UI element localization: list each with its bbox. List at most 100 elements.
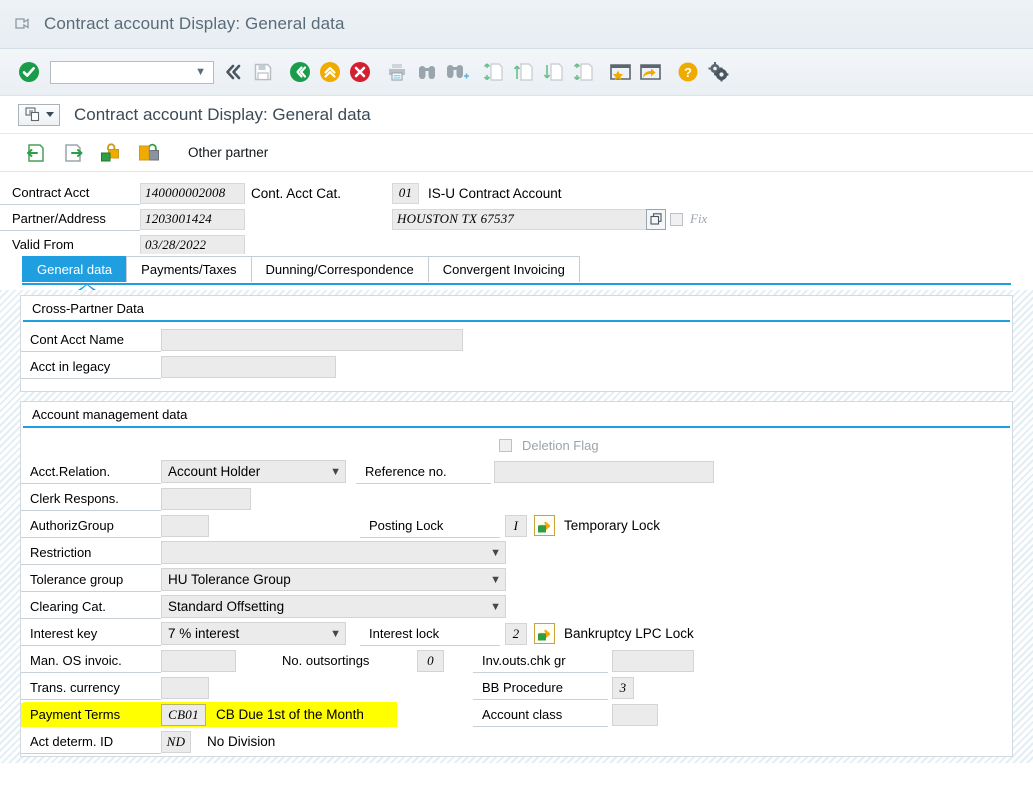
enter-button[interactable] (14, 57, 44, 87)
create-session-button[interactable] (606, 57, 636, 87)
payment-terms-field[interactable]: CB01 (161, 703, 206, 726)
no-outsortings-label: No. outsortings (282, 653, 370, 668)
tab-payments-taxes-label: Payments/Taxes (141, 262, 237, 277)
tab-convergent-invoicing[interactable]: Convergent Invoicing (427, 256, 580, 282)
cont-acct-cat-field[interactable]: 01 (392, 182, 419, 204)
inv-outs-chk-gr-field[interactable] (612, 649, 694, 672)
contract-acct-label: Contract Acct (0, 181, 140, 205)
tab-underline (22, 283, 1011, 285)
account-management-body: Deletion Flag Acct.Relation. Account Hol… (21, 428, 1012, 761)
acct-relation-select[interactable]: Account Holder ▼ (161, 460, 346, 483)
screen-title-bar: Contract account Display: General data (0, 96, 1033, 134)
print-button[interactable] (382, 57, 412, 87)
tabstrip: General data Payments/Taxes Dunning/Corr… (22, 254, 1033, 282)
payment-terms-text: CB Due 1st of the Month (216, 707, 364, 722)
account-management-group: Account management data Deletion Flag Ac… (20, 401, 1013, 757)
back-button[interactable] (285, 57, 315, 87)
create-shortcut-button[interactable] (636, 57, 666, 87)
find-button[interactable] (412, 57, 442, 87)
trans-currency-row: Trans. currency BB Procedure 3 (21, 674, 1012, 701)
act-determ-id-field[interactable]: ND (161, 730, 191, 753)
exit-button[interactable] (315, 57, 345, 87)
chevron-down-icon: ▼ (490, 600, 501, 613)
previous-page-button[interactable] (509, 57, 539, 87)
system-menu-icon[interactable] (18, 103, 60, 126)
account-class-field[interactable] (612, 703, 658, 726)
act-determ-id-text: No Division (207, 734, 276, 749)
bb-procedure-label: BB Procedure (473, 676, 608, 700)
gear-icon[interactable] (703, 57, 733, 87)
cross-partner-group: Cross-Partner Data Cont Acct Name Acct i… (20, 295, 1013, 392)
trans-currency-label: Trans. currency (21, 676, 161, 700)
clerk-respons-field[interactable] (161, 487, 251, 510)
green-lock-arrow-icon[interactable] (534, 515, 555, 536)
last-page-button[interactable] (569, 57, 599, 87)
interest-key-label: Interest key (21, 622, 161, 646)
cont-acct-name-row: Cont Acct Name (21, 326, 1012, 353)
reference-no-field[interactable] (494, 460, 714, 483)
bb-procedure-field[interactable]: 3 (612, 676, 634, 699)
authoriz-group-field[interactable] (161, 514, 209, 537)
first-page-button[interactable] (479, 57, 509, 87)
help-button[interactable]: ? (673, 57, 703, 87)
save-button[interactable] (248, 57, 278, 87)
fix-checkbox[interactable] (670, 212, 683, 226)
overlapping-squares-icon[interactable] (646, 208, 666, 230)
screen-title: Contract account Display: General data (74, 104, 371, 124)
cont-acct-cat-label: Cont. Acct Cat. (251, 185, 342, 201)
address-field[interactable]: HOUSTON TX 67537 (392, 208, 648, 230)
form-content: Cross-Partner Data Cont Acct Name Acct i… (0, 290, 1033, 763)
window-titlebar: Contract account Display: General data (0, 0, 1033, 49)
clearing-cat-row: Clearing Cat. Standard Offsetting ▼ (21, 593, 1012, 620)
contract-acct-field[interactable]: 140000002008 (140, 182, 245, 204)
deletion-flag-label: Deletion Flag (522, 437, 599, 453)
partner-address-row: Partner/Address 1203001424 HOUSTON TX 67… (0, 206, 1033, 232)
clearing-cat-value: Standard Offsetting (168, 599, 285, 614)
posting-lock-field[interactable]: I (505, 514, 527, 537)
act-determ-id-row: Act determ. ID ND No Division (21, 728, 1012, 755)
tab-general-data[interactable]: General data (22, 256, 128, 282)
no-outsortings-field[interactable]: 0 (417, 649, 444, 672)
restriction-select[interactable]: ▼ (161, 541, 506, 564)
restriction-row: Restriction ▼ (21, 539, 1012, 566)
command-field[interactable]: ▼ (50, 60, 214, 84)
tolerance-group-select[interactable]: HU Tolerance Group ▼ (161, 568, 506, 591)
contract-acct-row: Contract Acct 140000002008 Cont. Acct Ca… (0, 180, 1033, 206)
acct-in-legacy-row: Acct in legacy (21, 353, 1012, 380)
deletion-flag-checkbox[interactable] (499, 438, 512, 452)
chevron-down-icon[interactable]: ▼ (195, 66, 206, 78)
closed-lock-icon[interactable] (136, 141, 162, 165)
cancel-button[interactable] (345, 57, 375, 87)
chevron-down-icon: ▼ (490, 573, 501, 586)
inv-outs-chk-gr-label: Inv.outs.chk gr (473, 649, 608, 673)
interest-key-select[interactable]: 7 % interest ▼ (161, 622, 346, 645)
next-page-button[interactable] (539, 57, 569, 87)
green-lock-arrow-icon[interactable] (534, 623, 555, 644)
deletion-flag-row: Deletion Flag (21, 432, 1012, 458)
interest-lock-field[interactable]: 2 (505, 622, 527, 645)
back-navigation-button[interactable] (218, 57, 248, 87)
partner-field[interactable]: 1203001424 (140, 208, 245, 230)
interest-key-row: Interest key 7 % interest ▼ Interest loc… (21, 620, 1012, 647)
cont-acct-name-field[interactable] (161, 328, 463, 351)
trans-currency-field[interactable] (161, 676, 209, 699)
clearing-cat-select[interactable]: Standard Offsetting ▼ (161, 595, 506, 618)
tab-dunning-correspondence[interactable]: Dunning/Correspondence (250, 256, 429, 282)
system-toolbar: ▼ ? (0, 49, 1033, 96)
tab-convergent-invoicing-label: Convergent Invoicing (442, 262, 565, 277)
other-partner-label[interactable]: Other partner (188, 145, 268, 160)
open-lock-icon[interactable] (98, 141, 124, 165)
reference-no-label: Reference no. (356, 460, 491, 484)
previous-partner-button[interactable] (22, 141, 48, 165)
valid-from-field[interactable]: 03/28/2022 (140, 234, 245, 256)
acct-in-legacy-field[interactable] (161, 355, 336, 378)
payment-terms-row: Payment Terms CB01 CB Due 1st of the Mon… (21, 701, 1012, 728)
next-partner-button[interactable] (60, 141, 86, 165)
command-input[interactable] (51, 61, 213, 83)
interest-key-value: 7 % interest (168, 626, 240, 641)
temporary-lock-label: Temporary Lock (564, 518, 661, 533)
find-next-button[interactable] (442, 57, 472, 87)
man-os-invoic-field[interactable] (161, 649, 236, 672)
tab-payments-taxes[interactable]: Payments/Taxes (126, 256, 252, 282)
man-os-invoic-label: Man. OS invoic. (21, 649, 161, 673)
